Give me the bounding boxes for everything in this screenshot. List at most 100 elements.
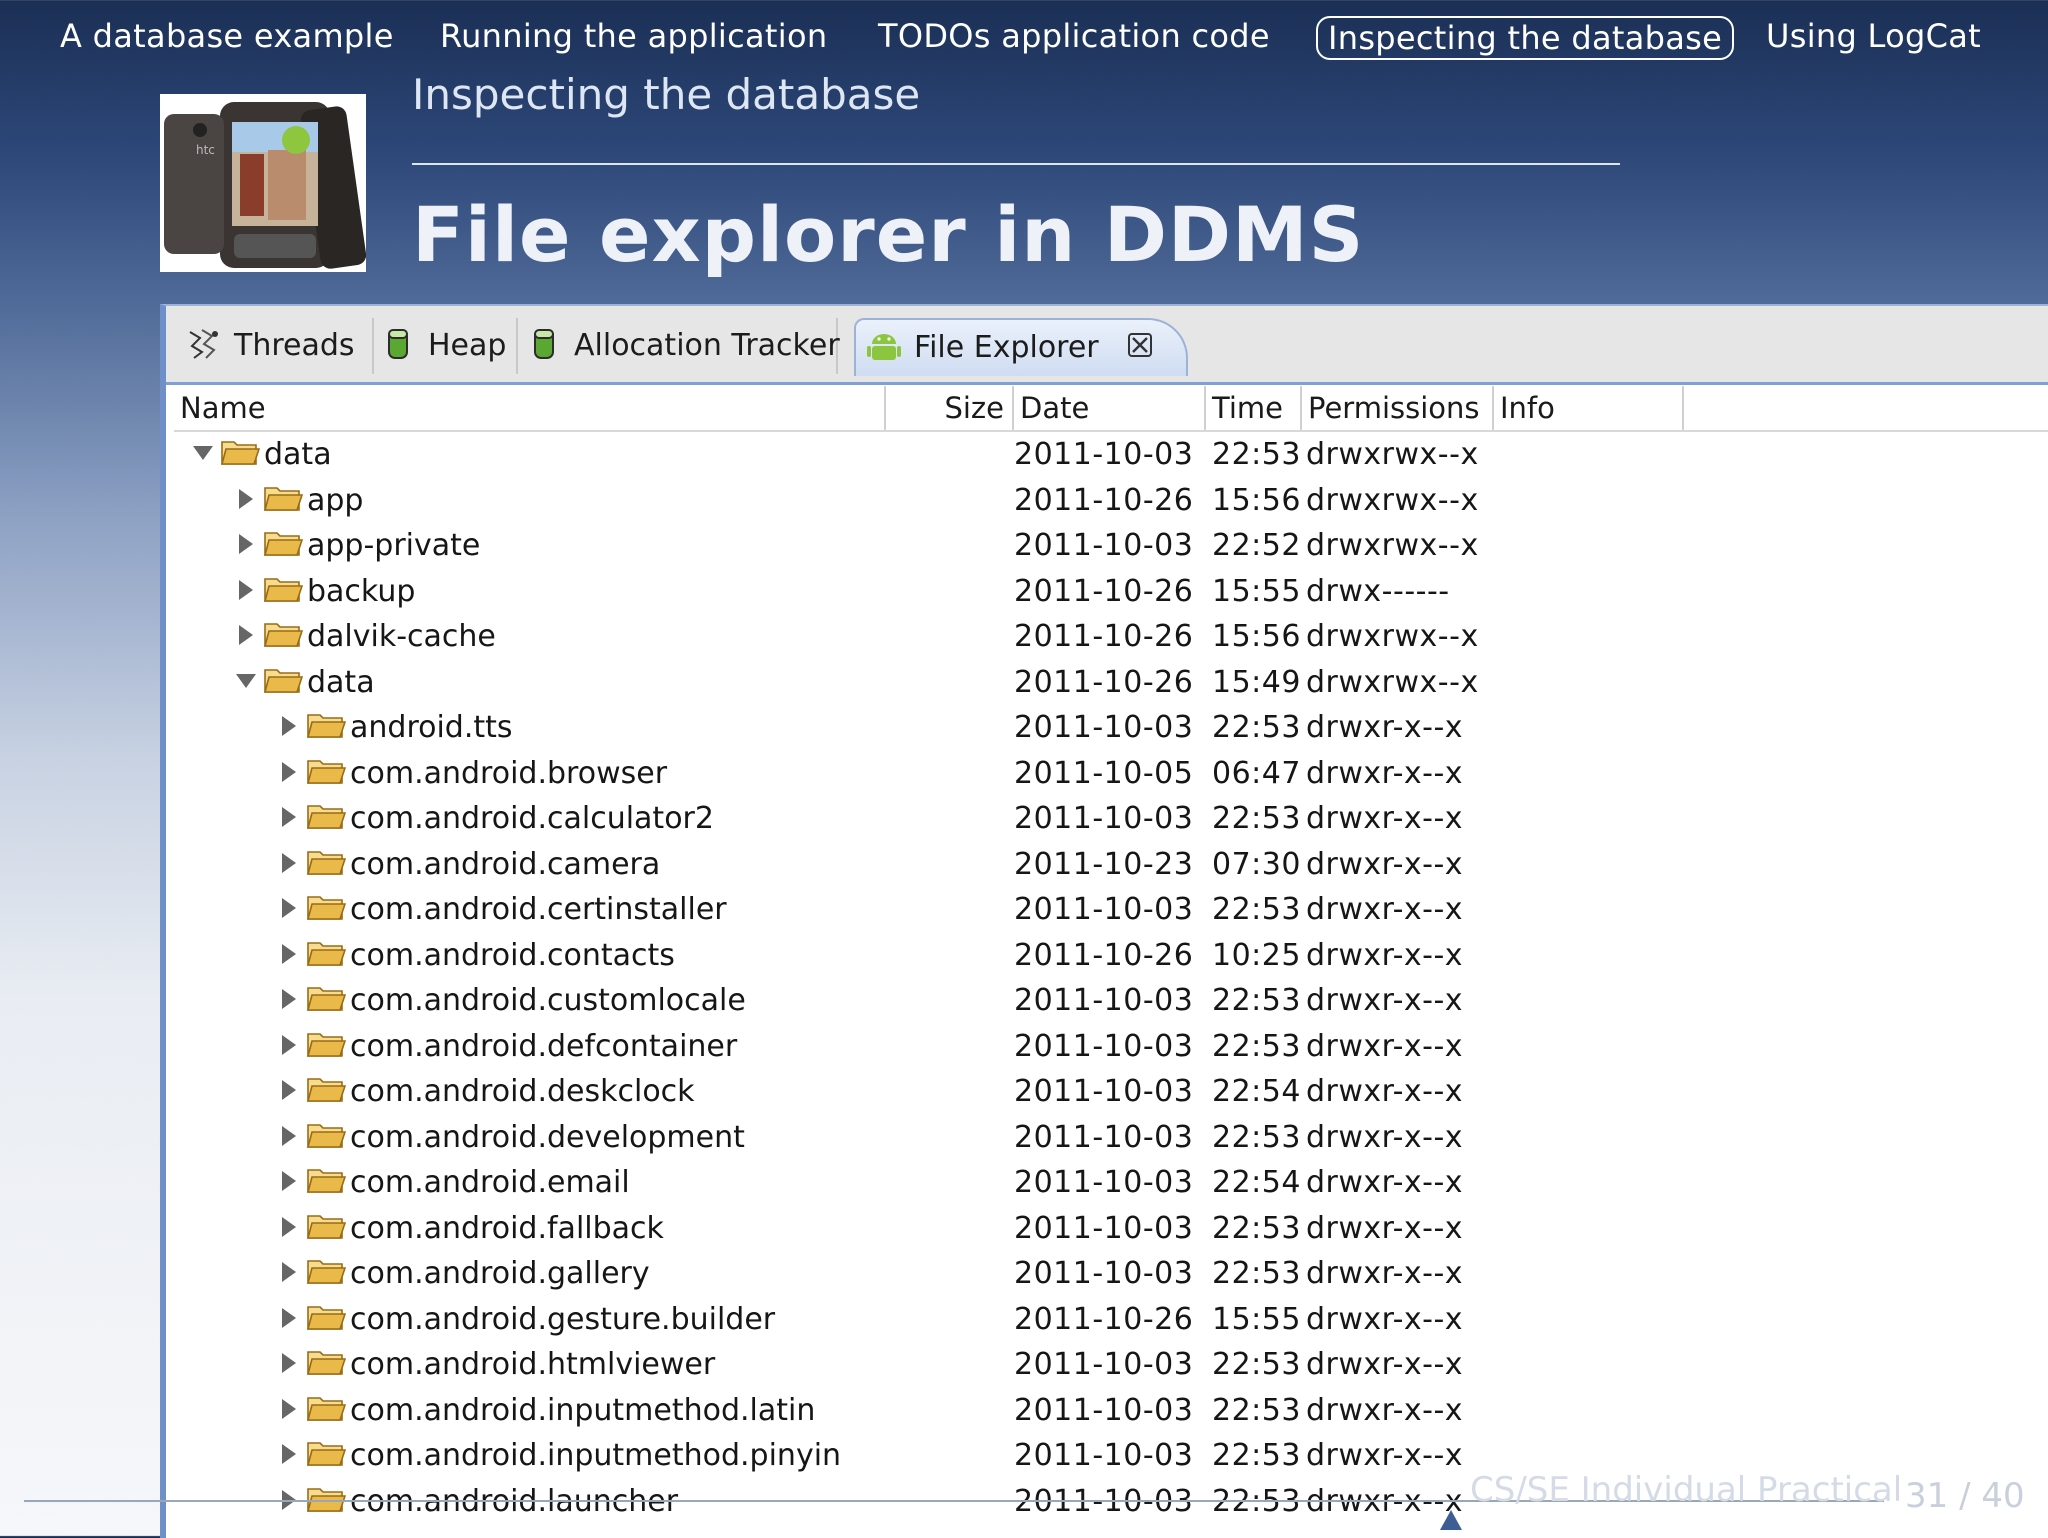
column-header-date[interactable]: Date — [1014, 386, 1206, 430]
slide-subtitle: Inspecting the database — [412, 70, 921, 119]
tree-row[interactable]: com.android.certinstaller 2011-10-03 22:53… — [174, 887, 2048, 933]
file-time: 06:47 — [1212, 755, 1301, 791]
tree-row[interactable]: com.android.browser 2011-10-05 06:47 drwxr-… — [174, 751, 2048, 797]
tree-row[interactable]: com.android.deskclock 2011-10-03 22:54 drwx… — [174, 1069, 2048, 1115]
file-date: 2011-10-03 — [1014, 710, 1194, 745]
file-permissions: drwxr-x--x — [1306, 710, 1464, 745]
android-icon — [867, 333, 901, 360]
file-date: 2011-10-26 — [1014, 1301, 1194, 1337]
column-header-time[interactable]: Time — [1206, 386, 1302, 430]
file-name: android.tts — [350, 710, 513, 745]
collapsed-arrow-icon[interactable] — [276, 1168, 302, 1194]
tree-row[interactable]: com.android.gesture.builder 2011-10-26 15:… — [174, 1297, 2048, 1343]
folder-icon — [306, 1078, 346, 1102]
file-permissions: drwxr-x--x — [1306, 937, 1464, 973]
file-permissions: drwxr-x--x — [1306, 1301, 1464, 1337]
collapsed-arrow-icon[interactable] — [276, 804, 302, 830]
folder-icon — [306, 896, 346, 920]
tree-row[interactable]: app 2011-10-26 15:56 drwxrwx--x — [174, 478, 2048, 524]
tree-row[interactable]: com.android.email 2011-10-03 22:54 drwxr-x-… — [174, 1160, 2048, 1206]
android-phone-image: htc — [160, 94, 366, 272]
file-date: 2011-10-23 — [1014, 846, 1194, 882]
tree-row[interactable]: com.android.calculator2 2011-10-03 22:53 dr… — [174, 796, 2048, 842]
file-permissions: drwxrwx--x — [1306, 482, 1479, 518]
collapsed-arrow-icon[interactable] — [276, 1259, 302, 1285]
file-time: 15:55 — [1212, 1301, 1301, 1337]
file-permissions: drwxr-x--x — [1306, 1256, 1464, 1291]
collapsed-arrow-icon[interactable] — [276, 1441, 302, 1467]
nav-item-database-example[interactable]: A database example — [60, 14, 394, 58]
file-permissions: drwxrwx--x — [1306, 664, 1479, 700]
collapsed-arrow-icon[interactable] — [276, 986, 302, 1012]
tree-row[interactable]: com.android.customlocale 2011-10-03 22:53 d… — [174, 978, 2048, 1024]
tree-row[interactable]: android.tts 2011-10-03 22:53 drwxr-x--x — [174, 705, 2048, 751]
tree-row[interactable]: com.android.contacts 2011-10-26 10:25 drwxr… — [174, 933, 2048, 979]
file-name: com.android.gesture.builder — [350, 1301, 776, 1337]
collapsed-arrow-icon[interactable] — [276, 941, 302, 967]
file-permissions: drwxr-x--x — [1306, 755, 1464, 791]
folder-icon — [263, 577, 303, 602]
file-date: 2011-10-03 — [1014, 1210, 1194, 1246]
folder-icon — [306, 1123, 346, 1148]
heap-icon — [388, 328, 408, 359]
collapsed-arrow-icon[interactable] — [276, 759, 302, 785]
tree-row[interactable]: com.android.development 2011-10-03 22:53 dr… — [174, 1115, 2048, 1161]
file-date: 2011-10-03 — [1014, 983, 1194, 1018]
file-time: 15:55 — [1212, 573, 1301, 609]
collapsed-arrow-icon[interactable] — [233, 531, 259, 557]
file-time: 22:53 — [1212, 983, 1301, 1018]
collapsed-arrow-icon[interactable] — [276, 1123, 302, 1149]
folder-icon — [306, 1214, 346, 1239]
tree-row[interactable]: app-private 2011-10-03 22:52 drwxrwx--x — [174, 523, 2048, 569]
folder-icon — [306, 1396, 346, 1421]
tree-row[interactable]: data 2011-10-26 15:49 drwxrwx--x — [174, 660, 2048, 706]
tree-row[interactable]: backup 2011-10-26 15:55 drwx------ — [174, 569, 2048, 615]
threads-icon — [189, 328, 218, 359]
tree-row[interactable]: dalvik-cache 2011-10-26 15:56 drwxrwx--x — [174, 614, 2048, 660]
tree-row[interactable]: com.android.gallery 2011-10-03 22:53 drwxr-… — [174, 1251, 2048, 1297]
expanded-arrow-icon[interactable] — [233, 668, 259, 694]
column-header-info[interactable]: Info — [1494, 386, 1684, 430]
nav-item-todos-code[interactable]: TODOs application code — [878, 14, 1270, 58]
collapsed-arrow-icon[interactable] — [276, 1350, 302, 1376]
tree-row[interactable]: com.android.camera 2011-10-23 07:30 drwxr-x… — [174, 842, 2048, 888]
collapsed-arrow-icon[interactable] — [233, 622, 259, 648]
collapsed-arrow-icon[interactable] — [233, 486, 259, 512]
tree-row[interactable]: data 2011-10-03 22:53 drwxrwx--x — [174, 432, 2048, 478]
file-time: 07:30 — [1212, 846, 1301, 882]
close-tab-icon[interactable] — [1126, 331, 1154, 359]
svg-text:htc: htc — [196, 143, 215, 157]
collapsed-arrow-icon[interactable] — [276, 895, 302, 921]
collapsed-arrow-icon[interactable] — [276, 1032, 302, 1058]
column-header-name[interactable]: Name — [174, 386, 886, 430]
collapsed-arrow-icon[interactable] — [276, 1305, 302, 1331]
column-header-size[interactable]: Size — [886, 386, 1014, 430]
collapsed-arrow-icon[interactable] — [233, 577, 259, 603]
column-header-permissions[interactable]: Permissions — [1302, 386, 1494, 430]
nav-item-using-logcat[interactable]: Using LogCat — [1766, 14, 1981, 58]
expanded-arrow-icon[interactable] — [190, 440, 216, 466]
file-time: 10:25 — [1212, 937, 1301, 973]
tree-row[interactable]: com.android.htmlviewer 2011-10-03 22:53 drw… — [174, 1342, 2048, 1388]
file-name: com.android.gallery — [350, 1256, 650, 1291]
file-permissions: drwxr-x--x — [1306, 1165, 1464, 1200]
tree-row[interactable]: com.android.defcontainer 2011-10-03 22:53 d… — [174, 1024, 2048, 1070]
collapsed-arrow-icon[interactable] — [276, 1077, 302, 1103]
file-date: 2011-10-03 — [1014, 1256, 1194, 1291]
tree-row[interactable]: com.android.inputmethod.latin 2011-10-03 2… — [174, 1388, 2048, 1434]
collapsed-arrow-icon[interactable] — [276, 713, 302, 739]
tab-allocation-tracker[interactable]: Allocation Tracker — [516, 318, 840, 374]
file-time: 22:54 — [1212, 1074, 1301, 1109]
tab-file-explorer[interactable]: File Explorer — [854, 318, 1188, 376]
collapsed-arrow-icon[interactable] — [276, 1396, 302, 1422]
nav-item-running-application[interactable]: Running the application — [440, 14, 827, 58]
tree-row[interactable]: com.android.fallback 2011-10-03 22:53 drwxr… — [174, 1206, 2048, 1252]
tab-threads[interactable]: Threads — [176, 318, 374, 374]
collapsed-arrow-icon[interactable] — [276, 1214, 302, 1240]
file-permissions: drwxr-x--x — [1306, 1119, 1464, 1155]
file-time: 15:49 — [1212, 664, 1301, 700]
tab-heap[interactable]: Heap — [370, 318, 518, 374]
nav-item-inspecting-database[interactable]: Inspecting the database — [1316, 16, 1735, 60]
file-permissions: drwxr-x--x — [1306, 1074, 1464, 1109]
collapsed-arrow-icon[interactable] — [276, 850, 302, 876]
